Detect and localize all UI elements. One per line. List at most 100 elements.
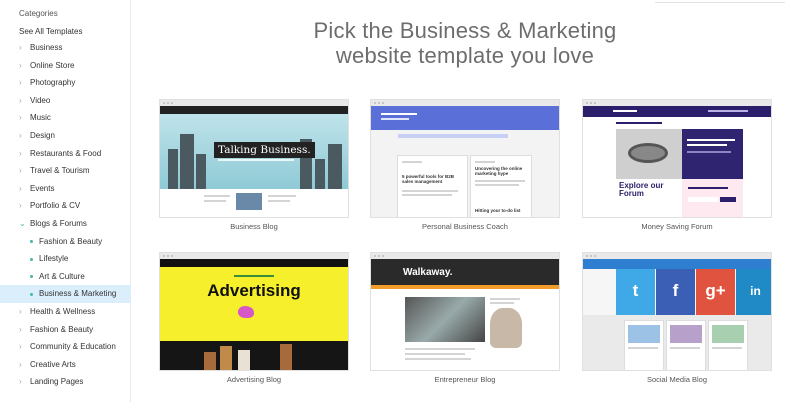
thumb-portrait: [490, 308, 522, 348]
chevron-right-icon: ›: [19, 342, 22, 352]
sidebar-item-online-store[interactable]: › Online Store: [0, 57, 131, 75]
sidebar-item-label: Landing Pages: [30, 377, 84, 387]
sidebar-item-community-education[interactable]: › Community & Education: [0, 338, 131, 356]
category-list: › Business › Online Store › Photography › Video…: [0, 39, 131, 391]
facebook-icon: f: [656, 269, 695, 315]
sidebar-item-business-marketing[interactable]: Business & Marketing: [0, 285, 131, 303]
sidebar-item-fashion-beauty[interactable]: Fashion & Beauty: [0, 233, 131, 251]
sidebar-item-label: Online Store: [30, 60, 75, 70]
categories-sidebar: Categories See All Templates › Business › O…: [0, 0, 131, 402]
thumb-feature-panel: [682, 129, 743, 179]
sidebar-item-label: Design: [30, 130, 55, 140]
chevron-right-icon: ›: [19, 60, 22, 70]
sidebar-item-design[interactable]: › Design: [0, 127, 131, 145]
sidebar-item-label: Music: [30, 113, 51, 123]
template-caption[interactable]: Personal Business Coach: [371, 222, 559, 231]
thumb-post-2: Uncovering the online marketing hype Hit…: [471, 156, 531, 217]
bullet-icon: [30, 275, 33, 279]
template-caption[interactable]: Social Media Blog: [583, 375, 771, 384]
thumb-post: [667, 321, 705, 370]
thumb-post: [625, 321, 663, 370]
sidebar-item-portfolio-cv[interactable]: › Portfolio & CV: [0, 197, 131, 215]
thumb-explore-panel: Explore our Forum: [616, 179, 682, 217]
chevron-right-icon: ›: [19, 377, 22, 387]
thumb-eye-image: [616, 129, 682, 179]
page-title: Pick the Business & Marketing website te…: [240, 18, 690, 68]
thumb-yellow-banner: [160, 267, 348, 341]
sidebar-item-photography[interactable]: › Photography: [0, 74, 131, 92]
chevron-right-icon: ›: [19, 183, 22, 193]
chevron-right-icon: ›: [19, 148, 22, 158]
thumb-header: [371, 106, 559, 130]
sidebar-item-label: Business & Marketing: [39, 289, 117, 299]
see-all-templates-link[interactable]: See All Templates: [19, 27, 82, 36]
page-title-line1: Pick the Business & Marketing: [313, 18, 617, 43]
sidebar-item-music[interactable]: › Music: [0, 109, 131, 127]
template-thumbnail[interactable]: 5 powerful tools for B2B sales managemen…: [371, 100, 559, 217]
sidebar-item-events[interactable]: › Events: [0, 180, 131, 198]
thumb-bottles: [160, 341, 348, 370]
template-card-advertising-blog[interactable]: Advertising Advertising Blog: [160, 253, 348, 384]
thumb-posts: [160, 189, 348, 217]
thumb-accent-bar: [371, 285, 559, 289]
sidebar-item-label: Business: [30, 43, 63, 52]
template-card-money-saving-forum[interactable]: Explore our Forum Money Saving Forum: [583, 100, 771, 231]
template-thumbnail[interactable]: Advertising: [160, 253, 348, 370]
chevron-right-icon: ›: [19, 324, 22, 334]
sidebar-item-restaurants-food[interactable]: › Restaurants & Food: [0, 145, 131, 163]
thumb-headline: Uncovering the online marketing hype: [475, 166, 523, 176]
sidebar-item-business[interactable]: › Business: [0, 39, 131, 57]
template-caption[interactable]: Money Saving Forum: [583, 222, 771, 231]
sidebar-item-creative-arts[interactable]: › Creative Arts: [0, 356, 131, 374]
thumb-header: [371, 259, 559, 285]
template-card-entrepreneur-blog[interactable]: Walkaway. Entrepreneur Blog: [371, 253, 559, 384]
chevron-right-icon: ›: [19, 166, 22, 176]
template-card-personal-business-coach[interactable]: 5 powerful tools for B2B sales managemen…: [371, 100, 559, 231]
template-card-social-media-blog[interactable]: t f g+ in Social Media Blog: [583, 253, 771, 384]
template-thumbnail[interactable]: Explore our Forum: [583, 100, 771, 217]
chevron-down-icon: ⌄: [19, 218, 26, 228]
thumb-subscribe-panel: [682, 179, 743, 217]
template-caption[interactable]: Entrepreneur Blog: [371, 375, 559, 384]
thumb-navbar: [160, 259, 348, 267]
sidebar-item-lifestyle[interactable]: Lifestyle: [0, 250, 131, 268]
template-thumbnail[interactable]: Walkaway.: [371, 253, 559, 370]
bullet-icon: [30, 240, 33, 244]
bullet-icon: [30, 257, 33, 261]
sidebar-item-label: Fashion & Beauty: [39, 236, 103, 246]
sidebar-item-label: Art & Culture: [39, 271, 85, 281]
linkedin-icon: in: [736, 269, 771, 315]
sidebar-item-health-wellness[interactable]: › Health & Wellness: [0, 303, 131, 321]
chevron-right-icon: ›: [19, 306, 22, 316]
thumb-headline: 5 powerful tools for B2B sales managemen…: [402, 174, 455, 184]
sidebar-item-landing-pages[interactable]: › Landing Pages: [0, 373, 131, 391]
template-thumbnail[interactable]: Talking Business.: [160, 100, 348, 217]
thumb-title: Advertising: [207, 281, 301, 300]
thumb-subtitle-line: [218, 159, 294, 161]
template-caption[interactable]: Advertising Blog: [160, 375, 348, 384]
categories-heading: Categories: [19, 9, 58, 18]
google-plus-icon: g+: [696, 269, 735, 315]
sidebar-item-video[interactable]: › Video: [0, 92, 131, 110]
chevron-right-icon: ›: [19, 95, 22, 105]
page-title-line2: website template you love: [335, 43, 595, 68]
sidebar-item-travel-tourism[interactable]: › Travel & Tourism: [0, 162, 131, 180]
sidebar-item-fashion-beauty[interactable]: › Fashion & Beauty: [0, 321, 131, 339]
sidebar-item-label: Fashion & Beauty: [30, 324, 94, 334]
sidebar-item-label: Video: [30, 95, 51, 105]
chevron-right-icon: ›: [19, 359, 22, 369]
sidebar-item-label: Health & Wellness: [30, 306, 96, 316]
sidebar-item-label: Photography: [30, 78, 76, 88]
thumb-navbar: [160, 106, 348, 114]
template-card-business-blog[interactable]: Talking Business. Business Blog: [160, 100, 348, 231]
sidebar-item-label: Events: [30, 183, 55, 193]
twitter-icon: t: [616, 269, 655, 315]
sidebar-item-art-culture[interactable]: Art & Culture: [0, 268, 131, 286]
sidebar-item-label: Travel & Tourism: [30, 166, 90, 176]
template-thumbnail[interactable]: t f g+ in: [583, 253, 771, 370]
template-caption[interactable]: Business Blog: [160, 222, 348, 231]
chevron-right-icon: ›: [19, 43, 22, 52]
sidebar-item-blogs-forums[interactable]: ⌄ Blogs & Forums: [0, 215, 131, 233]
chevron-right-icon: ›: [19, 201, 22, 211]
sidebar-item-label: Community & Education: [30, 342, 116, 352]
